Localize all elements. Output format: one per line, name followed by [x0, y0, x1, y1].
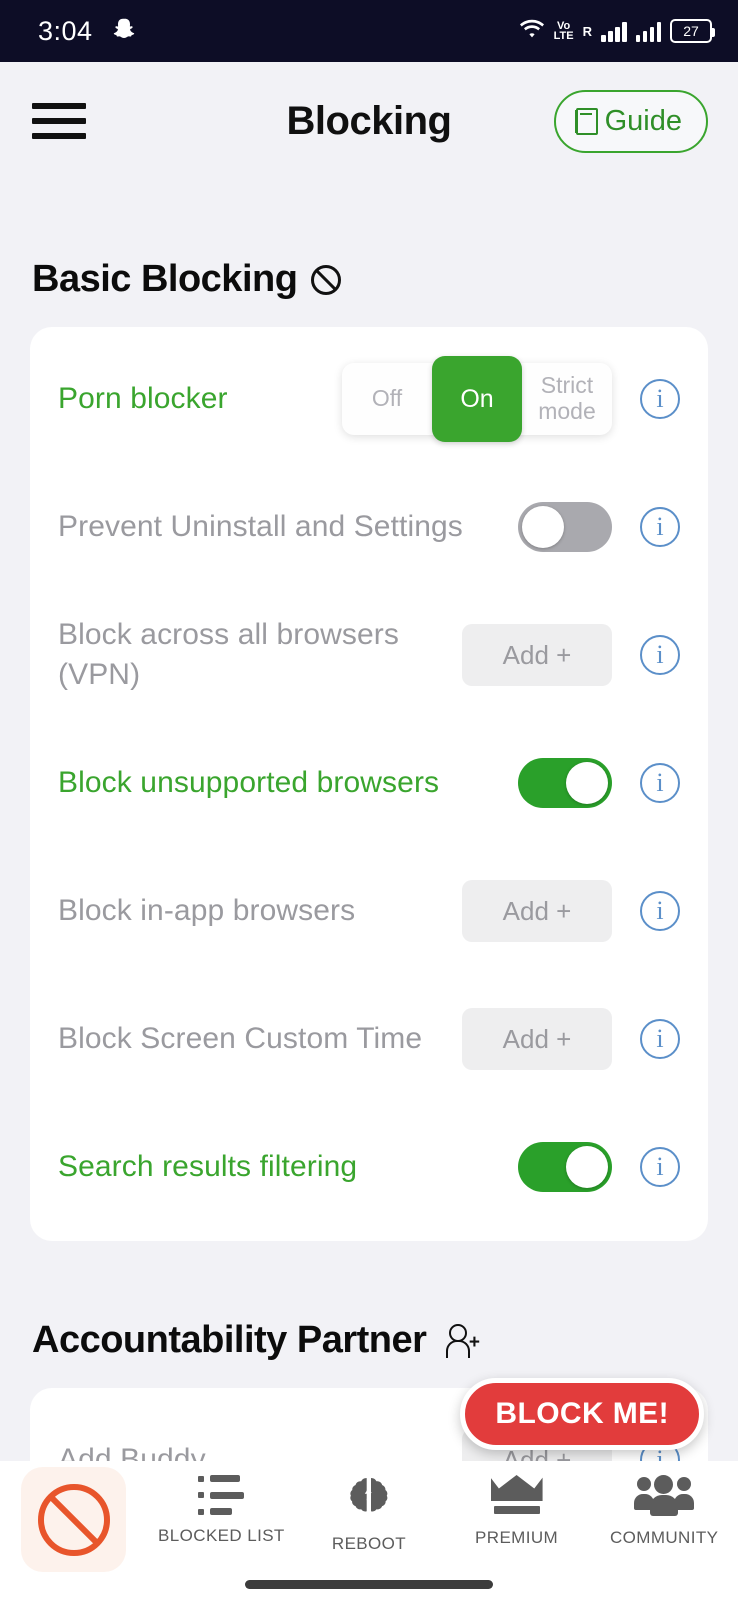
table-row: Prevent Uninstall and Settings i: [58, 463, 680, 591]
battery-percent-label: 27: [683, 23, 699, 39]
plus-glyph: +: [468, 1331, 480, 1353]
row-label-block-all-browsers: Block across all browsers (VPN): [58, 618, 399, 691]
nav-active-background: [21, 1467, 127, 1572]
nav-item-community[interactable]: COMMUNITY: [590, 1475, 738, 1548]
table-row: Porn blocker Off On Strict mode i: [58, 335, 680, 463]
crown-base: [493, 1506, 540, 1514]
row-control: Add + i: [462, 624, 680, 686]
basic-blocking-section-title: Basic Blocking: [30, 258, 708, 301]
toggle-knob: [566, 762, 608, 804]
search-results-filtering-toggle[interactable]: [518, 1142, 612, 1192]
row-label-block-unsupported-browsers: Block unsupported browsers: [58, 766, 440, 800]
list-dot: [198, 1475, 205, 1482]
toggle-knob: [566, 1146, 608, 1188]
person-add-icon: +: [446, 1323, 480, 1358]
hamburger-line: [32, 118, 86, 124]
block-unsupported-browsers-toggle[interactable]: [518, 758, 612, 808]
wifi-icon: [519, 18, 545, 45]
nav-label-community: COMMUNITY: [609, 1528, 719, 1547]
status-bar-clock: 3:04: [38, 15, 93, 46]
add-in-app-browsers-button[interactable]: Add +: [462, 880, 612, 942]
info-icon[interactable]: i: [640, 379, 680, 419]
nav-label-premium: PREMIUM: [475, 1528, 559, 1547]
table-row: Block Screen Custom Time Add + i: [58, 975, 680, 1103]
brain-icon: [347, 1475, 391, 1523]
nav-label-blocked-list: BLOCKED LIST: [158, 1526, 285, 1545]
volte-indicator: Vo LTE: [553, 20, 574, 42]
list-dot: [198, 1492, 205, 1498]
basic-blocking-title-text: Basic Blocking: [32, 258, 298, 300]
info-icon[interactable]: i: [640, 1147, 680, 1187]
snapchat-ghost-icon: [111, 17, 135, 46]
guide-button-label: Guide: [604, 104, 682, 137]
nav-item-blocking[interactable]: [0, 1467, 148, 1572]
table-row: Block unsupported browsers i: [58, 719, 680, 847]
add-vpn-button[interactable]: Add +: [462, 624, 612, 686]
info-icon[interactable]: i: [640, 891, 680, 931]
person-body: [650, 1495, 679, 1516]
roaming-indicator: R: [582, 23, 592, 39]
row-control: i: [518, 502, 680, 552]
toggle-knob: [522, 506, 564, 548]
list-line: [210, 1508, 233, 1515]
hamburger-line: [32, 133, 86, 139]
list-line: [210, 1475, 241, 1482]
prohibition-icon: [311, 264, 342, 295]
person-head: [654, 1475, 674, 1494]
crown-shape: [490, 1475, 543, 1501]
prohibition-icon: [37, 1483, 110, 1556]
status-bar-right: Vo LTE R 27: [519, 18, 715, 45]
prevent-uninstall-toggle[interactable]: [518, 502, 612, 552]
row-label-prevent-uninstall: Prevent Uninstall and Settings: [58, 510, 463, 544]
app-header: Blocking Guide: [0, 62, 738, 180]
add-custom-time-button[interactable]: Add +: [462, 1008, 612, 1070]
status-bar: 3:04 Vo LTE R 27: [0, 0, 738, 62]
guide-button[interactable]: Guide: [553, 89, 708, 153]
signal-bars-sim2: [635, 20, 661, 42]
info-icon[interactable]: i: [640, 507, 680, 547]
block-me-button[interactable]: BLOCK ME!: [460, 1378, 704, 1450]
main-content: Basic Blocking Porn blocker Off On Stric…: [0, 258, 738, 1534]
people-icon: [634, 1475, 695, 1517]
signal-bars-sim1: [601, 20, 627, 42]
list-icon: [198, 1475, 245, 1515]
nav-item-premium[interactable]: PREMIUM: [443, 1475, 591, 1548]
info-icon[interactable]: i: [640, 635, 680, 675]
row-label-block-screen-custom-time: Block Screen Custom Time: [58, 1022, 423, 1056]
segment-on[interactable]: On: [432, 356, 522, 442]
row-control: Add + i: [462, 880, 680, 942]
person-head: [677, 1477, 692, 1491]
porn-blocker-segmented-control[interactable]: Off On Strict mode: [342, 356, 612, 442]
table-row: Block in-app browsers Add + i: [58, 847, 680, 975]
nav-label-reboot: REBOOT: [331, 1534, 407, 1553]
list-line: [210, 1491, 245, 1499]
row-control: i: [518, 1142, 680, 1192]
list-dot: [198, 1508, 205, 1515]
segment-strict-mode[interactable]: Strict mode: [522, 363, 612, 435]
home-indicator: [245, 1580, 493, 1589]
nav-item-reboot[interactable]: REBOOT: [295, 1475, 443, 1554]
row-control: Add + i: [462, 1008, 680, 1070]
table-row: Search results filtering i: [58, 1103, 680, 1231]
row-control: Off On Strict mode i: [342, 356, 680, 442]
nav-item-blocked-list[interactable]: BLOCKED LIST: [148, 1475, 296, 1546]
hamburger-line: [32, 103, 86, 109]
segment-off[interactable]: Off: [342, 363, 432, 435]
crown-icon: [490, 1475, 543, 1517]
book-icon: [575, 107, 598, 135]
row-label-porn-blocker: Porn blocker: [58, 382, 228, 416]
hamburger-menu-icon[interactable]: [32, 103, 86, 139]
info-icon[interactable]: i: [640, 763, 680, 803]
person-head: [637, 1477, 652, 1491]
table-row: Block across all browsers (VPN) Add + i: [58, 591, 680, 719]
row-control: i: [518, 758, 680, 808]
accountability-partner-section-title: Accountability Partner +: [30, 1319, 708, 1362]
row-label-search-results-filtering: Search results filtering: [58, 1150, 358, 1184]
row-label-block-in-app-browsers: Block in-app browsers: [58, 894, 356, 928]
info-icon[interactable]: i: [640, 1019, 680, 1059]
accountability-partner-title-text: Accountability Partner: [32, 1319, 427, 1361]
basic-blocking-card: Porn blocker Off On Strict mode i Preven…: [30, 327, 708, 1241]
battery-indicator: 27: [670, 19, 715, 43]
status-bar-left: 3:04: [38, 16, 135, 47]
